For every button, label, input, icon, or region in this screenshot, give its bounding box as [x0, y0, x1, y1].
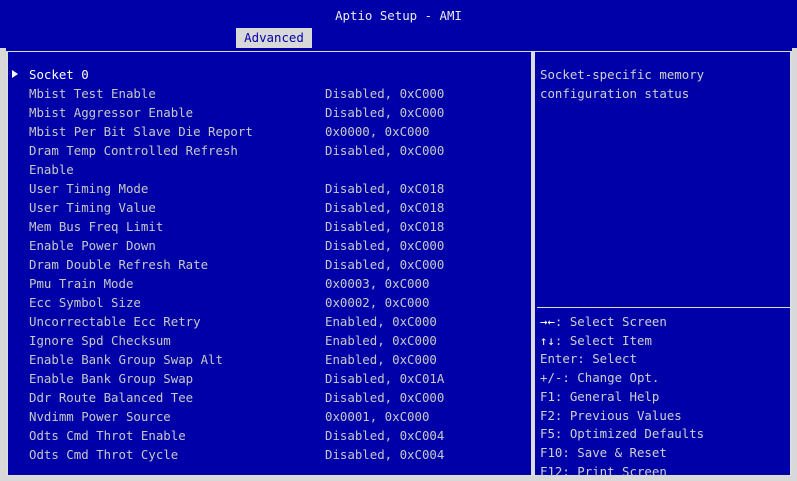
setting-value: 0x0000, 0xC000 — [325, 124, 430, 139]
key-hint: F12: Print Screen — [540, 463, 667, 481]
setting-row[interactable]: Odts Cmd Throt Enable Disabled, 0xC004 — [12, 426, 527, 445]
setting-row[interactable]: Enable Bank Group Swap Alt Enabled, 0xC00… — [12, 350, 527, 369]
setting-row[interactable]: Ecc Symbol Size 0x0002, 0xC000 — [12, 293, 527, 312]
setting-label: Mbist Aggressor Enable — [29, 105, 194, 120]
setting-row[interactable]: Pmu Train Mode 0x0003, 0xC000 — [12, 274, 527, 293]
setting-value: Disabled, 0xC004 — [325, 447, 445, 462]
setting-value: Disabled, 0xC000 — [325, 86, 445, 101]
tab-advanced[interactable]: Advanced — [236, 28, 312, 48]
setting-value: Disabled, 0xC000 — [325, 238, 445, 253]
key-description: : Select Item — [554, 332, 652, 348]
setting-row[interactable]: User Timing Mode Disabled, 0xC018 — [12, 179, 527, 198]
setting-row[interactable]: Dram Double Refresh Rate Disabled, 0xC000 — [12, 255, 527, 274]
help-line-1: Socket-specific memory — [540, 67, 705, 82]
setting-label: Ecc Symbol Size — [29, 295, 141, 310]
key-description: F10: Save & Reset — [540, 444, 667, 460]
setting-label: Odts Cmd Throt Cycle — [29, 447, 179, 462]
setting-row[interactable]: Uncorrectable Ecc Retry Enabled, 0xC000 — [12, 312, 527, 331]
setting-label: Socket 0 — [29, 67, 89, 82]
key-description: Enter: Select — [540, 351, 637, 367]
setting-row[interactable]: Nvdimm Power Source 0x0001, 0xC000 — [12, 407, 527, 426]
key-description: F12: Print Screen — [540, 463, 667, 479]
setting-value: Enabled, 0xC000 — [325, 333, 437, 348]
setting-label: Pmu Train Mode — [29, 276, 134, 291]
setting-value: Enabled, 0xC000 — [325, 314, 437, 329]
key-hint: F1: General Help — [540, 388, 659, 407]
key-hint: F2: Previous Values — [540, 407, 682, 426]
key-description: : Select Screen — [554, 314, 667, 329]
setting-row[interactable]: Mem Bus Freq Limit Disabled, 0xC018 — [12, 217, 527, 236]
submenu-arrow-icon — [12, 70, 18, 78]
setting-label: Enable Bank Group Swap Alt — [29, 352, 223, 367]
setting-value: 0x0003, 0xC000 — [325, 276, 430, 291]
setting-row[interactable]: Ignore Spd Checksum Enabled, 0xC000 — [12, 331, 527, 350]
setting-value: Disabled, 0xC000 — [325, 257, 445, 272]
setting-label: Dram Double Refresh Rate — [29, 257, 209, 272]
setting-label: Uncorrectable Ecc Retry — [29, 314, 201, 329]
key-hint: F10: Save & Reset — [540, 444, 667, 463]
setting-row[interactable]: Enable Power Down Disabled, 0xC000 — [12, 236, 527, 255]
key-hint: F5: Optimized Defaults — [540, 425, 704, 444]
setting-value: Disabled, 0xC018 — [325, 200, 445, 215]
setting-value: Disabled, 0xC018 — [325, 219, 445, 234]
setting-value: Disabled, 0xC018 — [325, 181, 445, 196]
key-description: +/-: Change Opt. — [540, 370, 660, 386]
key-hint: Enter: Select — [540, 350, 637, 369]
app-title: Aptio Setup - AMI — [335, 8, 462, 23]
key-hint: →←: Select Screen — [540, 313, 667, 332]
setting-value: Disabled, 0xC000 — [325, 143, 445, 158]
setting-row[interactable]: Mbist Test Enable Disabled, 0xC000 — [12, 84, 527, 103]
setting-value: Disabled, 0xC01A — [325, 371, 445, 386]
setting-row[interactable]: Mbist Per Bit Slave Die Report 0x0000, 0x… — [12, 122, 527, 141]
submenu-socket-0[interactable]: Socket 0 — [12, 65, 527, 84]
setting-label: Odts Cmd Throt Enable — [29, 428, 186, 443]
setting-value: Disabled, 0xC000 — [325, 105, 445, 120]
setting-row[interactable]: Ddr Route Balanced Tee Disabled, 0xC000 — [12, 388, 527, 407]
setting-label: Ddr Route Balanced Tee — [29, 390, 194, 405]
setting-label: Enable Bank Group Swap — [29, 371, 194, 386]
setting-label: Nvdimm Power Source — [29, 409, 171, 424]
setting-label: Ignore Spd Checksum — [29, 333, 171, 348]
setting-row[interactable]: Mbist Aggressor Enable Disabled, 0xC000 — [12, 103, 527, 122]
key-description: F5: Optimized Defaults — [540, 426, 705, 442]
key-description: F2: Previous Values — [540, 407, 682, 423]
setting-row[interactable]: Odts Cmd Throt Cycle Disabled, 0xC004 — [12, 445, 527, 464]
setting-value: 0x0002, 0xC000 — [325, 295, 430, 310]
help-divider — [537, 307, 790, 308]
setting-label: Enable — [29, 162, 74, 177]
key-hint: +/-: Change Opt. — [540, 369, 659, 388]
key-description: F1: General Help — [540, 388, 660, 404]
setting-label: Mbist Per Bit Slave Die Report — [29, 124, 253, 139]
key-hint: ↑↓: Select Item — [540, 332, 652, 351]
key-glyph: ↑↓ — [540, 332, 555, 348]
setting-label: User Timing Value — [29, 200, 156, 215]
setting-row[interactable]: Enable — [12, 160, 527, 179]
setting-row[interactable]: User Timing Value Disabled, 0xC018 — [12, 198, 527, 217]
setting-label: Dram Temp Controlled Refresh — [29, 143, 238, 158]
help-line-2: configuration status — [540, 86, 690, 101]
setting-label: Enable Power Down — [29, 238, 156, 253]
setting-value: 0x0001, 0xC000 — [325, 409, 430, 424]
setting-label: Mem Bus Freq Limit — [29, 219, 164, 234]
setting-label: User Timing Mode — [29, 181, 149, 196]
setting-row[interactable]: Enable Bank Group Swap Disabled, 0xC01A — [12, 369, 527, 388]
setting-value: Enabled, 0xC000 — [325, 352, 437, 367]
setting-value: Disabled, 0xC004 — [325, 428, 445, 443]
setting-row[interactable]: Dram Temp Controlled Refresh Disabled, 0x… — [12, 141, 527, 160]
key-glyph: →← — [540, 314, 555, 329]
setting-label: Mbist Test Enable — [29, 86, 156, 101]
setting-value: Disabled, 0xC000 — [325, 390, 445, 405]
